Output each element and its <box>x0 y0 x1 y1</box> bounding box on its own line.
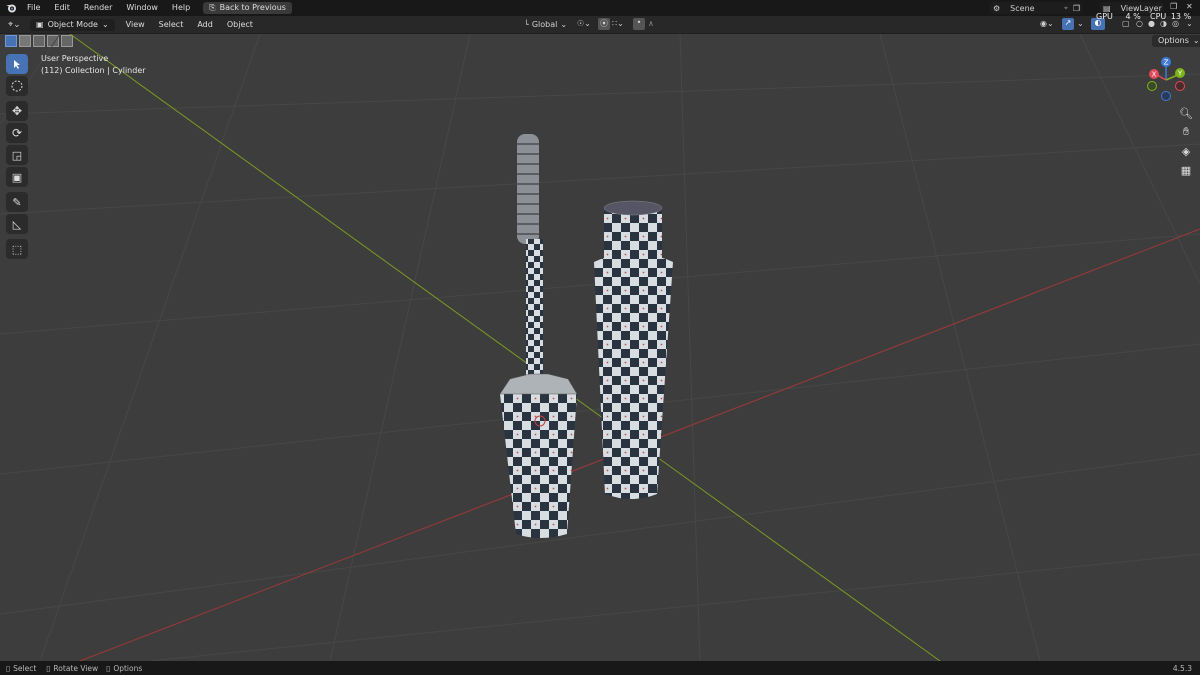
overlay-dropdown-icon[interactable]: ⌄ <box>1077 19 1084 28</box>
chevron-down-icon: ⌄ <box>560 19 568 29</box>
menu-view[interactable]: View <box>119 17 152 33</box>
annotate-pencil-icon: ✎ <box>12 195 22 209</box>
pin-icon: ⌖ <box>1064 3 1068 12</box>
mode-selector[interactable]: ▣ Object Mode ⌄ <box>30 18 115 31</box>
orientation-label: Global <box>531 19 558 29</box>
menu-edit[interactable]: Edit <box>47 0 77 16</box>
status-bar: ▯ Select ▯ Rotate View ▯ Options 4.5.3 <box>0 661 1200 675</box>
menu-file[interactable]: File <box>20 0 47 16</box>
back-to-previous-button[interactable]: ⎘ Back to Previous <box>203 2 292 14</box>
chevron-down-icon: ⌄ <box>101 19 109 29</box>
mascara-tube-object[interactable] <box>594 200 673 499</box>
back-to-previous-label: Back to Previous <box>219 3 286 12</box>
proportional-edit-icon[interactable]: • <box>633 18 645 30</box>
gizmo-z-label: Z <box>1164 59 1169 67</box>
rotate-tool[interactable]: ⟳ <box>6 123 28 143</box>
camera-icon: ◈ <box>1181 144 1191 158</box>
snap-target-icon[interactable]: ∷⌄ <box>612 19 624 28</box>
menu-window[interactable]: Window <box>119 0 165 16</box>
scale-tool[interactable]: ◲ <box>6 145 28 165</box>
orientation-icon: └ <box>524 19 529 29</box>
back-arrow-icon: ⎘ <box>209 3 216 12</box>
viewport-header: ⌖⌄ ▣ Object Mode ⌄ View Select Add Objec… <box>0 12 1200 34</box>
top-bar: File Edit Render Window Help ⎘ Back to P… <box>0 0 1200 16</box>
zoom-view-button[interactable]: 🔍︎ <box>1176 103 1196 123</box>
tube-body <box>594 253 673 499</box>
ortho-toggle-button[interactable]: ▦ <box>1176 160 1196 180</box>
object-mode-icon: ▣ <box>36 19 44 29</box>
pan-view-button[interactable]: ✋︎ <box>1176 122 1196 142</box>
y-axis-line <box>69 34 941 661</box>
scale-icon: ◲ <box>11 148 23 162</box>
transform-icon: ▣ <box>11 170 23 184</box>
wand-stem <box>526 239 543 394</box>
rotate-icon: ⟳ <box>11 126 23 140</box>
3d-cursor-icon <box>11 80 23 92</box>
snap-icon[interactable]: ⦿ <box>598 18 610 30</box>
mouse-right-icon: ▯ <box>106 663 111 673</box>
menu-add[interactable]: Add <box>190 17 220 33</box>
new-view-layer-icon[interactable]: ❐ <box>1170 2 1177 11</box>
status-rotate: Rotate View <box>53 663 99 673</box>
annotate-tool[interactable]: ✎ <box>6 192 28 212</box>
mouse-middle-icon: ▯ <box>46 663 51 673</box>
gizmo-neg-z-axis[interactable] <box>1161 91 1171 101</box>
new-scene-icon[interactable]: ❐ <box>1073 4 1080 13</box>
mouse-left-icon: ▯ <box>6 663 11 673</box>
grid-icon: ▦ <box>1180 163 1192 177</box>
hand-icon: ✋︎ <box>1182 125 1190 138</box>
visibility-icon[interactable]: ◉⌄ <box>1040 19 1054 28</box>
mode-label: Object Mode <box>47 19 98 29</box>
gizmo-x-label: X <box>1152 71 1157 79</box>
gpu-usage: GPU 4 % <box>1096 12 1141 21</box>
gpu-label: GPU <box>1096 12 1113 21</box>
wand-brush <box>517 134 539 244</box>
cpu-label: CPU <box>1150 12 1167 21</box>
magnifier-icon: 🔍︎ <box>1179 106 1193 120</box>
cursor-arrow-icon <box>14 60 20 69</box>
mascara-wand-object[interactable] <box>499 134 578 538</box>
falloff-icon[interactable]: ∧ <box>648 19 654 28</box>
close-view-layer-icon[interactable]: ✕ <box>1186 2 1193 11</box>
transform-orientation[interactable]: └ Global ⌄ <box>524 18 567 30</box>
pivot-icon[interactable]: ☉⌄ <box>577 19 591 28</box>
collection-info-label: (112) Collection | Cylinder <box>41 66 146 75</box>
cpu-value: 13 % <box>1170 12 1192 21</box>
editor-type-icon[interactable]: ⌖⌄ <box>8 20 26 30</box>
scene-name: Scene <box>1010 3 1035 13</box>
status-select: Select <box>13 663 37 673</box>
move-tool[interactable]: ✥ <box>6 101 28 121</box>
scene-icon: ⚙ <box>993 3 1001 13</box>
move-icon: ✥ <box>11 104 23 118</box>
status-options: Options <box>113 663 143 673</box>
cap-top <box>499 373 578 395</box>
gizmo-toggle-icon[interactable]: ↗ <box>1062 18 1074 30</box>
measure-tool[interactable]: ◺ <box>6 214 28 234</box>
select-box-tool[interactable] <box>6 54 28 74</box>
gpu-value: 4 % <box>1125 12 1141 21</box>
menu-render[interactable]: Render <box>77 0 119 16</box>
menu-object[interactable]: Object <box>220 17 260 33</box>
gizmo-neg-y-axis[interactable] <box>1147 81 1157 91</box>
add-cube-tool[interactable]: ⬚ <box>6 239 28 259</box>
tube-opening <box>603 200 663 216</box>
menu-help[interactable]: Help <box>165 0 197 16</box>
cpu-usage: CPU 13 % <box>1150 12 1191 21</box>
blender-logo-icon[interactable] <box>2 0 20 16</box>
scene-selector[interactable]: ⚙ Scene ⌖ ❐ <box>990 2 1082 14</box>
view-perspective-label: User Perspective <box>41 54 109 63</box>
viewport-scene[interactable] <box>0 34 1200 661</box>
transform-tool[interactable]: ▣ <box>6 167 28 187</box>
cursor-tool[interactable] <box>6 76 28 96</box>
measure-ruler-icon: ◺ <box>12 217 22 231</box>
camera-view-button[interactable]: ◈ <box>1176 141 1196 161</box>
version-label: 4.5.3 <box>1172 663 1192 673</box>
add-cube-icon: ⬚ <box>11 242 23 256</box>
navigation-gizmo[interactable]: Z Y X <box>1142 54 1198 106</box>
menu-select[interactable]: Select <box>152 17 191 33</box>
gizmo-neg-x-axis[interactable] <box>1175 81 1185 91</box>
gizmo-y-label: Y <box>1177 70 1183 78</box>
cap-body <box>500 394 577 538</box>
